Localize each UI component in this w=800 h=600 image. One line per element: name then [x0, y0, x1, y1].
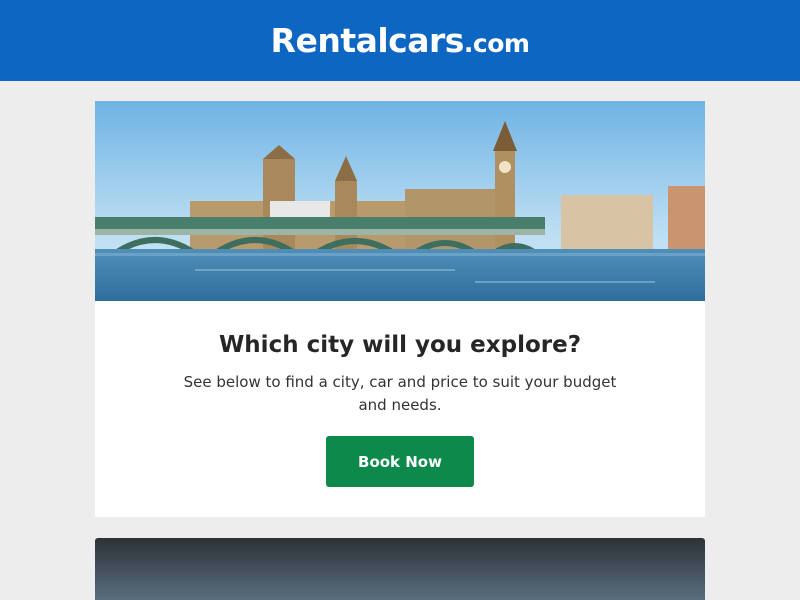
rentalcars-logo[interactable]: Rentalcars .com — [271, 21, 530, 60]
page-headline: Which city will you explore? — [218, 332, 582, 358]
london-hero-image — [95, 101, 705, 301]
book-now-button[interactable]: Book Now — [326, 436, 474, 487]
header-bar: Rentalcars .com — [0, 0, 800, 81]
logo-wordmark: Rentalcars — [270, 21, 465, 60]
next-destination-card[interactable] — [95, 538, 705, 600]
logo-domain: .com — [463, 29, 530, 58]
headline-description: See below to find a city, car and price … — [183, 373, 617, 414]
